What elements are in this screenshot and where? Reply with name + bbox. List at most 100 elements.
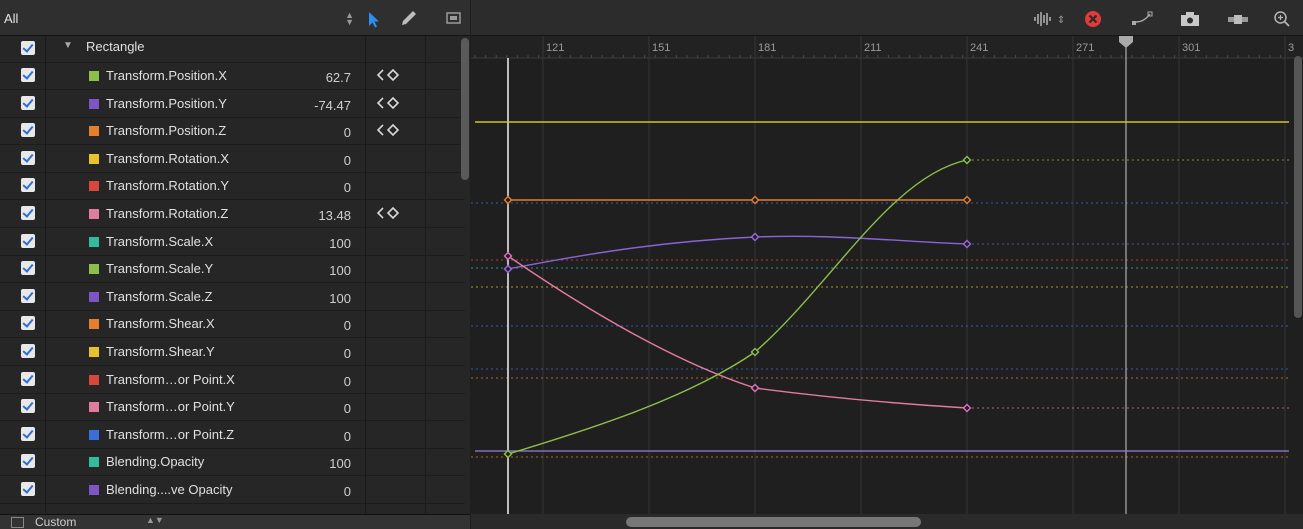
checkbox[interactable] xyxy=(21,482,35,496)
parameter-label: Blending.Opacity xyxy=(106,454,205,470)
ruler-tick-label: 241 xyxy=(970,42,988,54)
curve-color-swatch xyxy=(89,153,99,164)
parameter-value[interactable]: 100 xyxy=(329,236,351,251)
parameter-row[interactable]: Blending.Opacity 100 xyxy=(0,449,465,477)
checkbox[interactable] xyxy=(21,150,35,165)
checkbox[interactable] xyxy=(21,426,35,441)
parameter-row[interactable]: Blending....ve Opacity 0 xyxy=(0,477,465,504)
keyframe-nav-icon[interactable] xyxy=(376,123,402,137)
checkbox[interactable] xyxy=(21,261,35,276)
checkbox[interactable] xyxy=(21,68,35,82)
graph-vertical-scrollbar[interactable] xyxy=(1294,56,1302,318)
clear-curves-icon[interactable] xyxy=(1083,9,1103,29)
parameter-row[interactable]: Transform.Scale.Y 100 xyxy=(0,256,465,284)
checkbox[interactable] xyxy=(21,316,35,331)
curve-color-swatch xyxy=(89,264,99,275)
parameter-value[interactable]: 100 xyxy=(329,456,351,471)
zoom-icon[interactable] xyxy=(1272,9,1292,29)
parameter-value[interactable]: 13.48 xyxy=(318,208,351,223)
curve-color-swatch xyxy=(89,291,99,302)
checkbox[interactable] xyxy=(21,454,35,469)
checkbox[interactable] xyxy=(21,123,35,138)
parameter-row[interactable]: Transform.Position.X 62.7 xyxy=(0,63,465,90)
parameter-label: Transform.Shear.Y xyxy=(106,344,215,359)
curve-color-swatch xyxy=(89,374,99,385)
curve-icon[interactable] xyxy=(1130,9,1154,29)
curve-color-swatch xyxy=(89,457,99,468)
curve-color-swatch xyxy=(89,181,99,192)
curve-color-swatch xyxy=(89,319,99,330)
parameter-row[interactable]: Transform.Rotation.X 0 xyxy=(0,146,465,173)
parameter-value[interactable]: 100 xyxy=(329,263,351,278)
ruler-tick-label: 211 xyxy=(864,42,882,54)
checkbox[interactable] xyxy=(21,233,35,248)
parameter-list-scrollbar[interactable] xyxy=(461,38,469,180)
curve-color-swatch xyxy=(89,347,99,357)
parameter-row[interactable]: Transform.Scale.Z 100 xyxy=(0,284,465,311)
checkbox[interactable] xyxy=(21,288,35,303)
keyframe-nav-icon[interactable] xyxy=(376,96,402,110)
select-arrows-icon: ▲▼ xyxy=(146,515,164,525)
parameter-row[interactable]: Transform.Position.Z 0 xyxy=(0,118,465,146)
parameter-row[interactable]: Transform.Shear.Y 0 xyxy=(0,339,465,366)
graph-scroll-thumb[interactable] xyxy=(626,517,921,527)
parameter-row[interactable]: Transform…or Point.X 0 xyxy=(0,367,465,394)
curve-set-select[interactable]: Custom xyxy=(35,515,76,529)
save-set-icon[interactable] xyxy=(11,517,24,528)
select-arrows-icon: ▲▼ xyxy=(345,10,354,27)
parameter-value[interactable]: 0 xyxy=(344,125,351,140)
group-label: Rectangle xyxy=(86,39,145,54)
parameter-label: Transform.Position.X xyxy=(106,68,227,83)
camera-icon[interactable] xyxy=(1179,9,1201,29)
checkbox[interactable] xyxy=(21,206,35,220)
parameter-row[interactable]: Transform…or Point.Z 0 xyxy=(0,422,465,449)
graph-toolbar: ⇕ xyxy=(471,0,1303,36)
parameter-row[interactable]: Transform.Rotation.Y 0 xyxy=(0,173,465,201)
curve-color-swatch xyxy=(89,402,99,413)
parameter-value[interactable]: 0 xyxy=(344,180,351,195)
parameter-list-panel: All ▲ ▼ ▼ Rectangle Transform.Position.X 6… xyxy=(0,0,470,529)
parameter-row[interactable]: Transform.Scale.X 100 xyxy=(0,229,465,256)
parameter-row[interactable]: Transform.Position.Y -74.47 xyxy=(0,91,465,118)
parameter-row[interactable]: Transform…or Point.Y 0 xyxy=(0,394,465,422)
frame-icon[interactable] xyxy=(444,9,464,29)
group-row-rectangle[interactable]: ▼ Rectangle xyxy=(0,36,465,63)
svg-text:⇕: ⇕ xyxy=(1057,15,1065,26)
parameter-value[interactable]: 0 xyxy=(344,401,351,416)
ruler-tick-label: 151 xyxy=(652,42,670,54)
parameter-filter-value: All xyxy=(4,11,19,26)
parameter-row[interactable]: Transform.Rotation.Z 13.48 xyxy=(0,201,465,228)
parameter-value[interactable]: 62.7 xyxy=(326,70,351,85)
checkbox[interactable] xyxy=(21,41,35,55)
parameter-row[interactable]: Transform.Shear.X 0 xyxy=(0,311,465,339)
parameter-value[interactable]: 0 xyxy=(344,153,351,168)
disclosure-triangle-icon[interactable]: ▼ xyxy=(63,40,73,51)
arrow-cursor-icon[interactable] xyxy=(364,9,384,29)
parameter-label: Transform…or Point.Z xyxy=(106,426,235,442)
curve-color-swatch xyxy=(89,209,99,219)
pen-icon[interactable] xyxy=(398,9,418,29)
waveform-icon[interactable]: ⇕ xyxy=(1033,9,1067,29)
keyframe-nav-icon[interactable] xyxy=(376,68,402,82)
parameter-value[interactable]: 0 xyxy=(344,484,351,499)
checkbox[interactable] xyxy=(21,178,35,193)
parameter-value[interactable]: 0 xyxy=(344,429,351,444)
checkbox[interactable] xyxy=(21,371,35,386)
parameter-filter-select[interactable]: All ▲ ▼ xyxy=(0,7,358,31)
fit-icon[interactable] xyxy=(1226,9,1250,29)
checkbox[interactable] xyxy=(21,344,35,358)
parameter-label: Transform.Rotation.X xyxy=(106,150,230,166)
checkbox[interactable] xyxy=(21,95,35,110)
parameter-value[interactable]: 0 xyxy=(344,346,351,361)
parameter-value[interactable]: 100 xyxy=(329,291,351,306)
ruler-tick-label: 3 xyxy=(1288,42,1294,54)
curve-graph[interactable]: 121 151 181 211 241 271 301 3 xyxy=(471,36,1303,514)
checkbox[interactable] xyxy=(21,399,35,414)
time-ruler[interactable] xyxy=(471,36,1303,58)
keyframe-nav-icon[interactable] xyxy=(376,206,402,220)
parameter-value[interactable]: -74.47 xyxy=(314,98,351,113)
parameter-value[interactable]: 0 xyxy=(344,318,351,333)
graph-horizontal-scrollbar[interactable] xyxy=(471,514,1303,529)
parameter-value[interactable]: 0 xyxy=(344,374,351,389)
keyframe-graph-panel: ⇕ 121 151 181 211 241 271 301 3 xyxy=(471,0,1303,529)
